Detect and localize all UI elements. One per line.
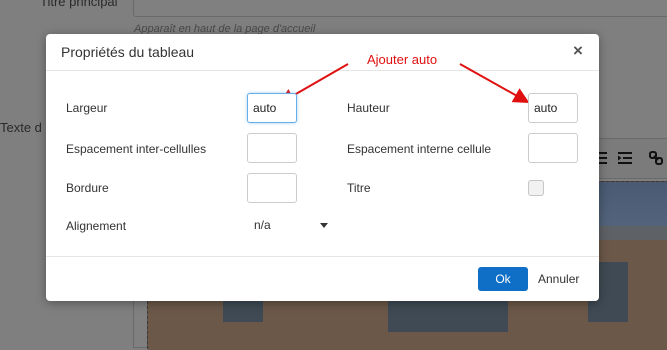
width-label: Largeur xyxy=(66,101,108,115)
height-label: Hauteur xyxy=(347,101,390,115)
title-input[interactable] xyxy=(133,0,667,17)
height-input[interactable] xyxy=(528,93,578,123)
width-input[interactable] xyxy=(247,93,297,123)
chevron-down-icon[interactable] xyxy=(320,223,328,228)
caption-checkbox[interactable] xyxy=(528,180,544,196)
table-properties-dialog: Propriétés du tableau × Ajouter auto Lar… xyxy=(46,34,599,301)
cancel-button[interactable]: Annuler xyxy=(532,267,585,291)
annotation-arrows xyxy=(278,63,530,104)
cellpadding-input[interactable] xyxy=(528,133,578,163)
border-label: Bordure xyxy=(66,181,109,195)
cellpadding-label: Espacement interne cellule xyxy=(347,142,492,156)
cellspacing-label: Espacement inter-cellulles xyxy=(66,142,207,156)
caption-label: Titre xyxy=(347,181,371,195)
dialog-footer-divider xyxy=(46,256,599,257)
title-field-label: Titre principal xyxy=(40,0,118,9)
text-field-label: Texte d xyxy=(0,120,42,135)
cellspacing-input[interactable] xyxy=(247,133,297,163)
alignment-select[interactable]: n/a xyxy=(254,218,271,232)
border-input[interactable] xyxy=(247,173,297,203)
alignment-label: Alignement xyxy=(66,219,127,233)
annotation-arrow-right xyxy=(459,63,530,103)
indent-icon[interactable] xyxy=(614,147,636,169)
ok-button[interactable]: Ok xyxy=(478,267,528,291)
link-icon[interactable] xyxy=(645,147,667,169)
